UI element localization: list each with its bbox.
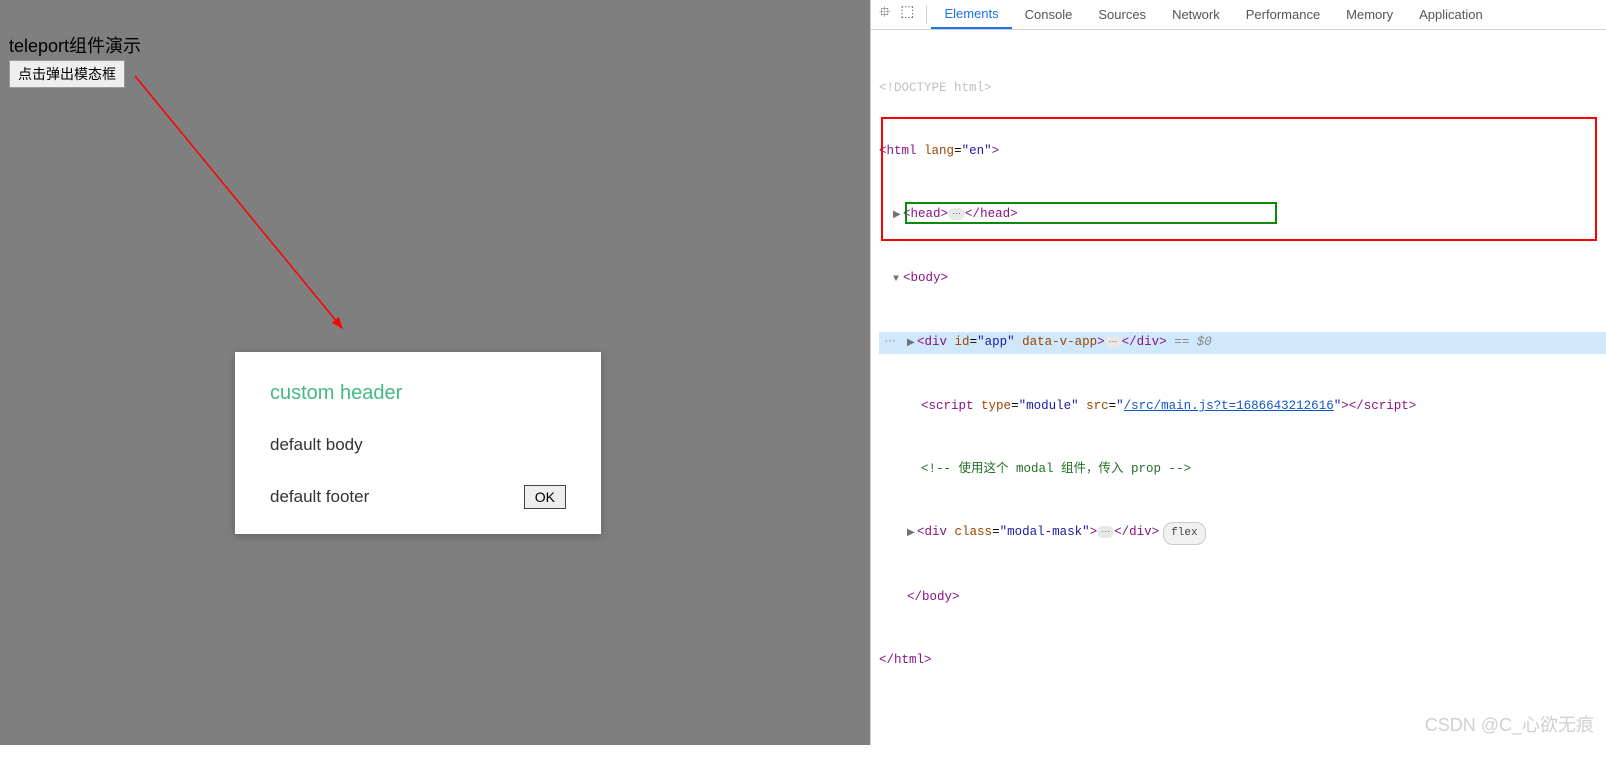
tab-console[interactable]: Console <box>1012 0 1086 29</box>
modal-footer-text: default footer <box>270 487 369 507</box>
device-toolbar-icon[interactable]: ⬚ <box>900 2 914 27</box>
script-line[interactable]: <script type="module" src="/src/main.js?… <box>879 396 1606 417</box>
app-div-line[interactable]: ⋯▶<div id="app" data-v-app>⋯</div> == $0 <box>879 332 1606 354</box>
tab-memory[interactable]: Memory <box>1333 0 1406 29</box>
devtools-tabs: Elements Console Sources Network Perform… <box>931 0 1495 29</box>
tab-elements[interactable]: Elements <box>931 0 1011 29</box>
modal-header: custom header <box>270 382 566 405</box>
app-preview-area: teleport组件演示 点击弹出模态框 custom header defau… <box>0 0 870 745</box>
modal-body: default body <box>270 435 566 455</box>
modal-mask-line[interactable]: ▶<div class="modal-mask">⋯</div>flex <box>879 522 1606 545</box>
page-title: teleport组件演示 <box>9 32 141 58</box>
devtools-header: ⯐ ⬚ Elements Console Sources Network Per… <box>871 0 1606 30</box>
open-modal-button[interactable]: 点击弹出模态框 <box>9 60 125 88</box>
tab-application[interactable]: Application <box>1406 0 1496 29</box>
separator <box>926 6 927 24</box>
ok-button[interactable]: OK <box>524 485 566 509</box>
watermark: CSDN @C_心欲无痕 <box>1425 711 1594 737</box>
html-open-line[interactable]: <html lang="en"> <box>879 141 1606 162</box>
modal-footer: default footer OK <box>270 485 566 509</box>
tab-network[interactable]: Network <box>1159 0 1233 29</box>
comment-line[interactable]: <!-- 使用这个 modal 组件，传入 prop --> <box>879 459 1606 480</box>
body-open-line[interactable]: ▼<body> <box>879 268 1606 290</box>
devtools-panel: ⯐ ⬚ Elements Console Sources Network Per… <box>870 0 1606 745</box>
inspect-icon[interactable]: ⯐ <box>879 2 890 27</box>
annotation-arrow <box>132 73 362 343</box>
body-close-line[interactable]: </body> <box>879 587 1606 608</box>
tab-sources[interactable]: Sources <box>1085 0 1159 29</box>
elements-tree[interactable]: <!DOCTYPE html> <html lang="en"> ▶<head>… <box>871 30 1606 776</box>
doctype-line[interactable]: <!DOCTYPE html> <box>879 78 1606 99</box>
html-close-line[interactable]: </html> <box>879 650 1606 671</box>
tab-performance[interactable]: Performance <box>1233 0 1333 29</box>
modal-dialog: custom header default body default foote… <box>235 352 601 534</box>
head-line[interactable]: ▶<head>⋯</head> <box>879 204 1606 226</box>
